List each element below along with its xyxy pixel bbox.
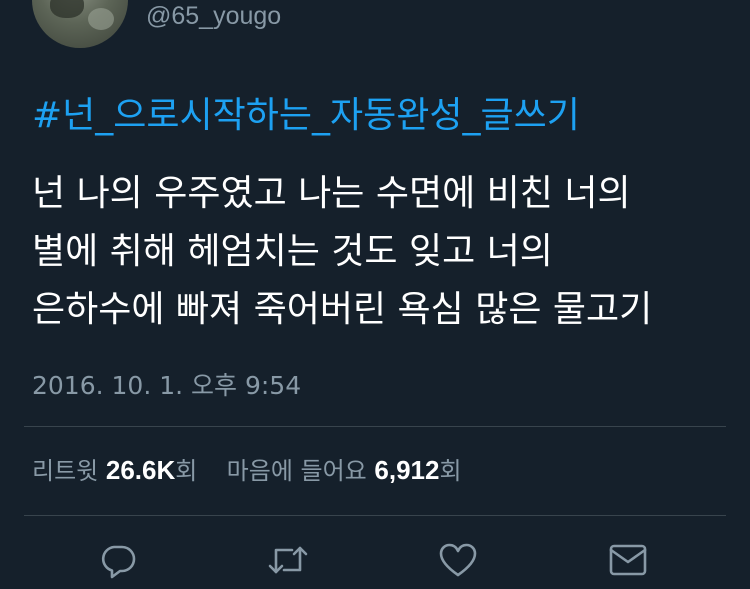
retweet-icon bbox=[266, 540, 310, 580]
retweet-button[interactable] bbox=[264, 536, 312, 584]
tweet-actions bbox=[0, 536, 750, 584]
like-button[interactable] bbox=[434, 536, 482, 584]
likes-stat[interactable]: 마음에 들어요 6,912회 bbox=[226, 455, 462, 485]
divider bbox=[24, 515, 726, 516]
envelope-icon bbox=[607, 540, 649, 580]
reply-icon bbox=[98, 540, 138, 580]
tweet-text-line: 은하수에 빠져 죽어버린 욕심 많은 물고기 bbox=[32, 289, 653, 330]
tweet-text: 넌 나의 우주였고 나는 수면에 비친 너의 별에 취해 헤엄치는 것도 잊고 … bbox=[32, 165, 732, 339]
likes-count: 6,912 bbox=[374, 455, 440, 485]
avatar[interactable] bbox=[32, 0, 128, 48]
likes-label: 마음에 들어요 bbox=[226, 457, 367, 485]
heart-icon bbox=[438, 540, 478, 580]
avatar-image-detail bbox=[50, 0, 84, 18]
hashtag-link[interactable]: #넌_으로시작하는_자동완성_글쓰기 bbox=[32, 94, 580, 138]
retweets-count: 26.6K bbox=[105, 455, 176, 485]
reply-button[interactable] bbox=[94, 536, 142, 584]
tweet-timestamp[interactable]: 2016. 10. 1. 오후 9:54 bbox=[32, 368, 301, 404]
tweet-stats: 리트윗 26.6K회 마음에 들어요 6,912회 bbox=[32, 450, 462, 491]
author-handle[interactable]: @65_yougo bbox=[146, 0, 281, 32]
avatar-image-detail bbox=[88, 8, 114, 30]
retweets-unit: 회 bbox=[175, 457, 198, 485]
likes-unit: 회 bbox=[439, 457, 462, 485]
tweet-text-line: 별에 취해 헤엄치는 것도 잊고 너의 bbox=[32, 231, 553, 272]
divider bbox=[24, 426, 726, 427]
retweets-label: 리트윗 bbox=[32, 457, 99, 485]
tweet-text-line: 넌 나의 우주였고 나는 수면에 비친 너의 bbox=[32, 173, 631, 214]
retweets-stat[interactable]: 리트윗 26.6K회 bbox=[32, 455, 205, 485]
direct-message-button[interactable] bbox=[604, 536, 652, 584]
